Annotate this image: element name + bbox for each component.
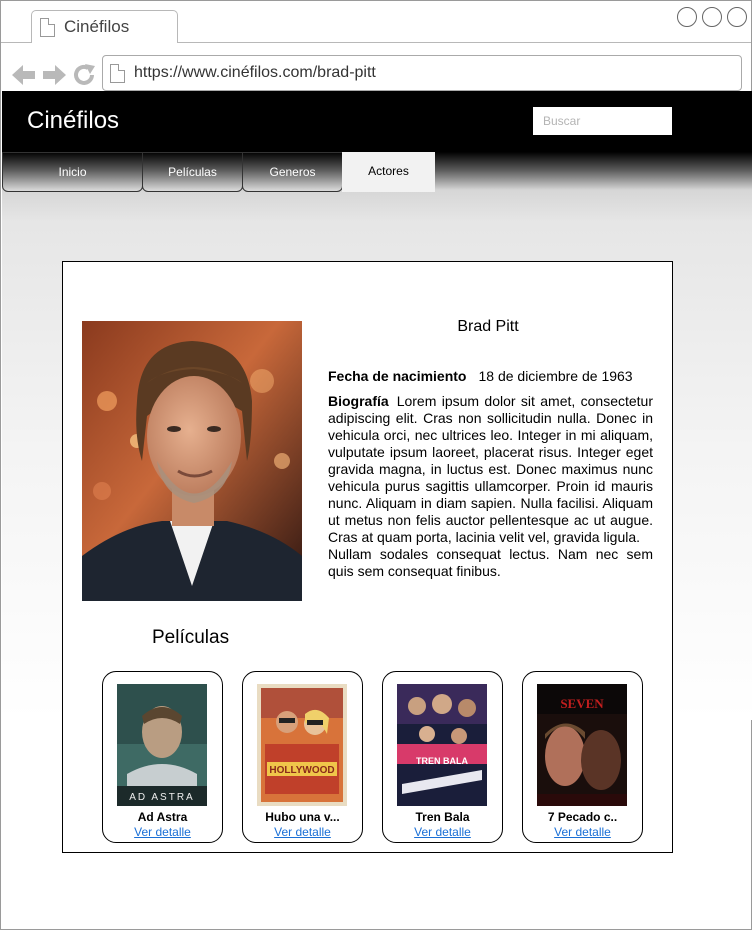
birth-date-label: Fecha de nacimiento bbox=[328, 368, 467, 384]
poster-text: TREN BALA bbox=[416, 756, 468, 766]
browser-window: Cinéfilos https://www.cinéfilos.com/brad… bbox=[0, 0, 752, 930]
ver-detalle-link[interactable]: Ver detalle bbox=[103, 825, 222, 839]
actor-name: Brad Pitt bbox=[457, 318, 519, 335]
actor-photo bbox=[82, 321, 302, 601]
biography-label: Biografía bbox=[328, 393, 389, 409]
movies-heading: Películas bbox=[152, 627, 230, 648]
biography: Biografía Lorem ipsum dolor sit amet, con… bbox=[328, 393, 653, 580]
tab-generos[interactable]: Generos bbox=[242, 152, 343, 192]
site-nav: Inicio Películas Generos Actores bbox=[2, 152, 752, 192]
movie-card[interactable]: TREN BALA Tren Bala Ver detalle bbox=[382, 671, 503, 843]
browser-nav-bar: https://www.cinéfilos.com/brad-pitt bbox=[1, 43, 751, 93]
page-icon bbox=[110, 64, 125, 83]
site-header: Cinéfilos bbox=[2, 91, 752, 152]
movie-title: 7 Pecado c.. bbox=[547, 810, 618, 824]
poster-text: SEVEN bbox=[560, 696, 604, 711]
search-input[interactable] bbox=[533, 107, 672, 135]
back-arrow-icon[interactable] bbox=[12, 64, 36, 86]
movie-poster: SEVEN bbox=[537, 684, 627, 806]
movie-poster: HOLLYWOOD bbox=[257, 684, 347, 806]
movie-poster: AD ASTRA bbox=[117, 684, 207, 806]
ver-detalle-link[interactable]: Ver detalle bbox=[243, 825, 362, 839]
movie-card[interactable]: SEVEN 7 Pecado c.. Ver detalle bbox=[522, 671, 643, 843]
window-button-icon[interactable] bbox=[677, 7, 697, 27]
poster-text: HOLLYWOOD bbox=[269, 765, 334, 776]
ver-detalle-link[interactable]: Ver detalle bbox=[523, 825, 642, 839]
biography-text-2: Nullam sodales consequat lectus. Nam nec… bbox=[328, 546, 653, 579]
biography-text: Lorem ipsum dolor sit amet, consectetur … bbox=[328, 393, 653, 545]
tab-actores[interactable]: Actores bbox=[342, 152, 435, 192]
tab-inicio[interactable]: Inicio bbox=[2, 152, 143, 192]
movie-title: Hubo una v... bbox=[265, 810, 340, 824]
birth-date-row: Fecha de nacimiento 18 de diciembre de 19… bbox=[328, 368, 633, 384]
browser-tab-bar: Cinéfilos bbox=[1, 1, 751, 44]
reload-icon[interactable] bbox=[73, 64, 97, 86]
page-icon bbox=[40, 18, 55, 37]
browser-tab[interactable]: Cinéfilos bbox=[31, 10, 178, 44]
ver-detalle-link[interactable]: Ver detalle bbox=[383, 825, 502, 839]
birth-date-value: 18 de diciembre de 1963 bbox=[478, 368, 633, 384]
forward-arrow-icon[interactable] bbox=[42, 64, 66, 86]
browser-tab-title: Cinéfilos bbox=[64, 17, 130, 36]
movie-title: Tren Bala bbox=[415, 810, 470, 824]
movie-title: Ad Astra bbox=[137, 810, 188, 824]
poster-text: AD ASTRA bbox=[129, 792, 194, 803]
window-button-icon[interactable] bbox=[702, 7, 722, 27]
site-title[interactable]: Cinéfilos bbox=[27, 107, 119, 135]
window-button-icon[interactable] bbox=[727, 7, 747, 27]
url-text: https://www.cinéfilos.com/brad-pitt bbox=[134, 64, 376, 81]
tab-peliculas[interactable]: Películas bbox=[142, 152, 243, 192]
movie-card[interactable]: HOLLYWOOD Hubo una v... Ver detalle bbox=[242, 671, 363, 843]
movie-card[interactable]: AD ASTRA Ad Astra Ver detalle bbox=[102, 671, 223, 843]
movie-poster: TREN BALA bbox=[397, 684, 487, 806]
address-bar[interactable]: https://www.cinéfilos.com/brad-pitt bbox=[102, 55, 742, 91]
actor-card: Brad Pitt Fecha de nacimiento 18 de dicie… bbox=[62, 261, 673, 853]
